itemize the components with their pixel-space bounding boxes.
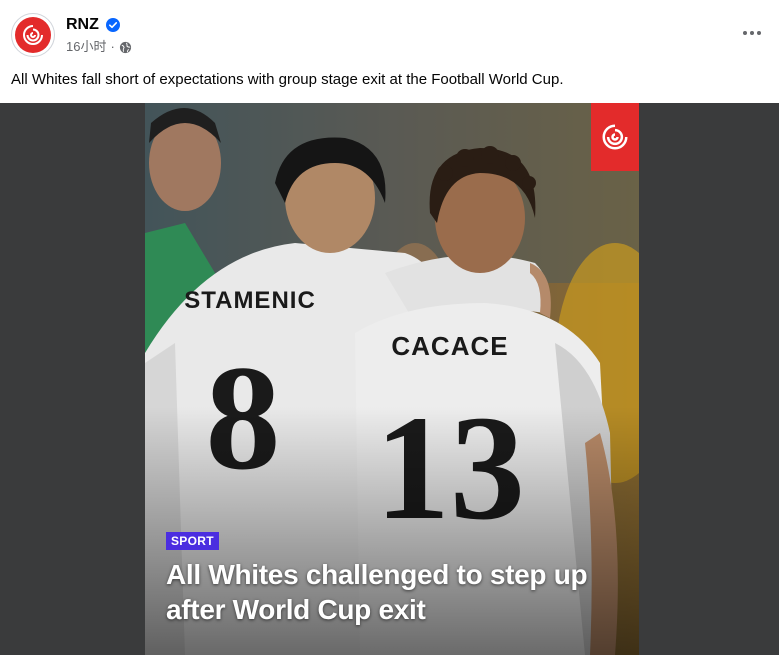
meta-separator: ·	[110, 39, 115, 54]
rnz-logo-icon	[15, 17, 51, 53]
rnz-logo-badge	[591, 103, 639, 171]
more-options-button[interactable]	[741, 22, 763, 44]
page-name[interactable]: RNZ	[66, 15, 99, 35]
post-image[interactable]: STAMENIC 8 CACACE 13 SPORT All Whites ch…	[145, 103, 639, 655]
globe-icon[interactable]	[119, 41, 132, 54]
verified-badge-icon	[106, 18, 120, 32]
more-options-icon	[743, 31, 761, 35]
post-meta: 16小时 ·	[66, 39, 132, 55]
rnz-logo-icon	[602, 124, 628, 150]
image-headline: All Whites challenged to step up after W…	[166, 559, 588, 625]
sport-tag: SPORT	[166, 532, 219, 550]
page-avatar[interactable]	[11, 13, 55, 57]
post-caption: All Whites fall short of expectations wi…	[11, 71, 564, 88]
post-timestamp[interactable]: 16小时	[66, 39, 106, 55]
post-header: RNZ 16小时 ·	[0, 0, 779, 64]
